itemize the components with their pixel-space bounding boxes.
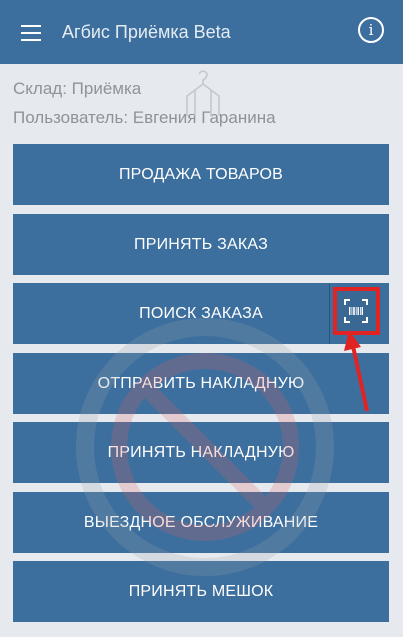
- field-service-button[interactable]: ВЫЕЗДНОЕ ОБСЛУЖИВАНИЕ: [13, 492, 389, 553]
- search-order-label: ПОИСК ЗАКАЗА: [139, 304, 263, 322]
- send-invoice-button[interactable]: ОТПРАВИТЬ НАКЛАДНУЮ: [13, 353, 389, 414]
- app-bar: Агбис Приёмка Beta i: [0, 0, 403, 64]
- accept-invoice-label: ПРИНЯТЬ НАКЛАДНУЮ: [107, 443, 295, 461]
- accept-bag-button[interactable]: ПРИНЯТЬ МЕШОК: [13, 561, 389, 622]
- info-icon[interactable]: i: [358, 17, 384, 43]
- barcode-scan-icon[interactable]: [343, 298, 369, 324]
- sell-goods-label: ПРОДАЖА ТОВАРОВ: [118, 165, 284, 183]
- user-label: Пользователь: Евгения Гаранина: [13, 108, 276, 127]
- app-title: Агбис Приёмка Beta: [62, 22, 231, 42]
- accept-order-button[interactable]: ПРИНЯТЬ ЗАКАЗ: [13, 214, 389, 275]
- accept-bag-label: ПРИНЯТЬ МЕШОК: [128, 582, 274, 600]
- hamburger-menu-icon[interactable]: [18, 20, 44, 46]
- accept-invoice-button[interactable]: ПРИНЯТЬ НАКЛАДНУЮ: [13, 422, 389, 483]
- warehouse-label: Склад: Приёмка: [13, 79, 142, 98]
- hanger-icon: [186, 70, 220, 116]
- field-service-label: ВЫЕЗДНОЕ ОБСЛУЖИВАНИЕ: [83, 513, 319, 531]
- sell-goods-button[interactable]: ПРОДАЖА ТОВАРОВ: [13, 144, 389, 205]
- accept-order-label: ПРИНЯТЬ ЗАКАЗ: [134, 235, 268, 253]
- send-invoice-label: ОТПРАВИТЬ НАКЛАДНУЮ: [97, 374, 305, 392]
